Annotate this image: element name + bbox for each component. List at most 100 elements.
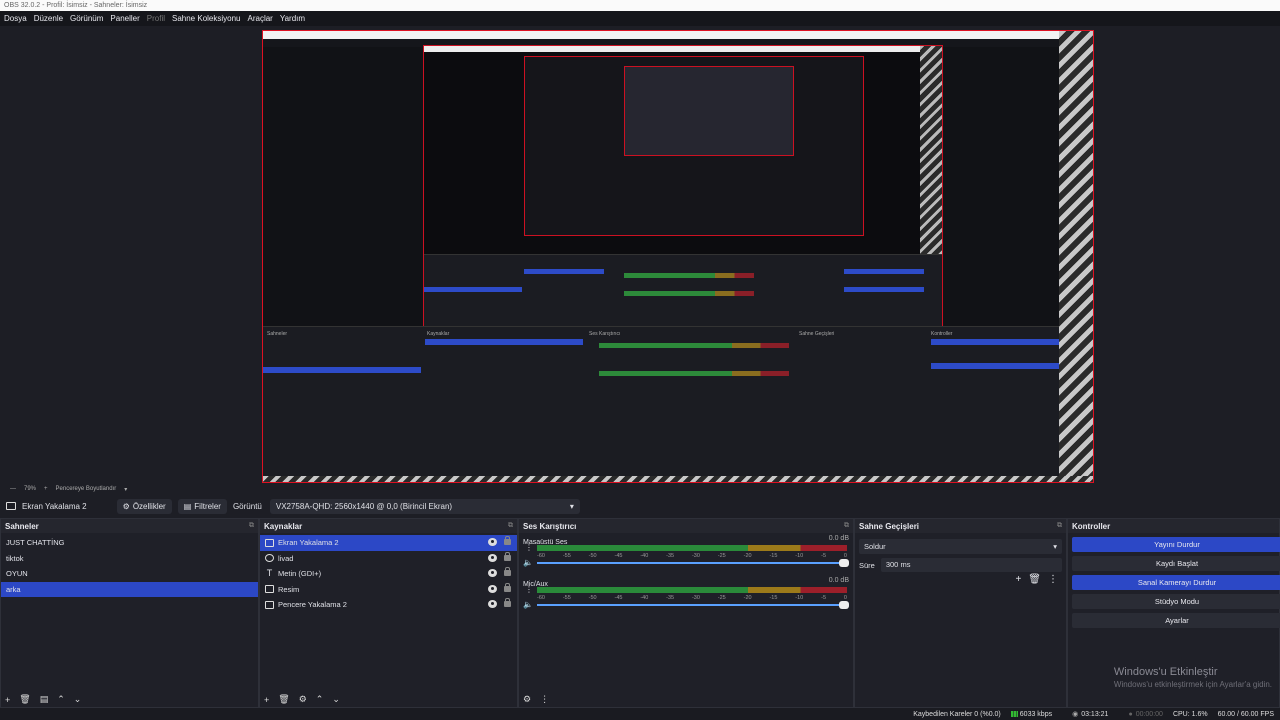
gear-icon[interactable]: ⚙ — [299, 694, 307, 705]
menu-help[interactable]: Yardım — [280, 14, 305, 23]
zoom-level: 79% — [24, 486, 37, 492]
sources-header: Kaynaklar ⧉ — [260, 519, 517, 533]
sources-title: Kaynaklar — [264, 521, 303, 531]
undock-icon[interactable]: ⧉ — [844, 522, 849, 530]
add-icon[interactable]: + — [264, 695, 269, 705]
display-select-value: VX2758A-QHD: 2560x1440 @ 0,0 (Birincil E… — [275, 501, 453, 511]
volume-slider[interactable] — [537, 601, 849, 609]
undock-icon[interactable]: ⧉ — [508, 522, 513, 530]
settings-icon[interactable]: ⚙ — [523, 694, 531, 705]
scene-item[interactable]: tiktok — [1, 551, 258, 567]
more-icon[interactable]: ⋮ — [525, 586, 533, 594]
lock-icon[interactable] — [504, 567, 511, 576]
controls-header: Kontroller — [1068, 519, 1279, 533]
source-label: livad — [278, 553, 294, 563]
lock-icon[interactable] — [504, 598, 511, 607]
scenes-footer: + 🗑 ▤ ⌃ ⌄ — [5, 694, 90, 705]
signal-icon — [1010, 710, 1018, 717]
duration-input[interactable]: 300 ms — [880, 558, 1062, 572]
eye-icon[interactable] — [488, 600, 497, 608]
dropped-frames: Kaybedilen Kareler 0 (%0.0) — [913, 710, 1001, 718]
arrow-up-icon[interactable]: ⌃ — [316, 694, 324, 705]
preview-area[interactable]: Sahneler Kaynaklar Ses Karıştırıcı Sahne… — [0, 26, 1280, 484]
undock-icon[interactable]: ⧉ — [1057, 522, 1062, 530]
meter-ticks: -60 -55 -50 -45 -40 -35 -30 -25 -20 -15 -10 -5 0 — [537, 595, 847, 601]
arrow-down-icon[interactable]: ⌄ — [74, 694, 82, 705]
display-label: Görüntü — [232, 501, 262, 511]
menu-scene-collection[interactable]: Sahne Koleksiyonu — [172, 14, 241, 23]
meter-ticks: -60 -55 -50 -45 -40 -35 -30 -25 -20 -15 -10 -5 0 — [537, 553, 847, 559]
filter-icon: ▤ — [183, 501, 192, 511]
lock-icon[interactable] — [504, 551, 511, 561]
source-item[interactable]: livad — [260, 551, 517, 567]
studio-mode-button[interactable]: Stüdyo Modu — [1072, 594, 1280, 609]
sources-footer: + 🗑 ⚙ ⌃ ⌄ — [264, 694, 349, 705]
eye-icon[interactable] — [488, 584, 497, 593]
source-item[interactable]: T Metin (GDI+) — [260, 566, 517, 582]
source-item[interactable]: Ekran Yakalama 2 — [260, 535, 517, 551]
menu-file[interactable]: Dosya — [4, 14, 27, 23]
chevron-down-icon[interactable]: ▾ — [124, 486, 127, 493]
undock-icon[interactable]: ⧉ — [249, 522, 254, 530]
start-recording-button[interactable]: Kaydı Başlat — [1072, 556, 1280, 571]
menu-tools[interactable]: Araçlar — [248, 14, 273, 23]
cpu-usage: CPU: 1.6% — [1172, 710, 1208, 718]
lock-icon[interactable] — [504, 536, 511, 545]
preview-zoom-bar: — 79% + Pencereye Boyutlandır ▾ — [0, 484, 1280, 494]
sources-dock: Kaynaklar ⧉ Ekran Yakalama 2 livad T Met… — [259, 518, 518, 708]
resize-to-window[interactable]: Pencereye Boyutlandır — [56, 486, 117, 492]
menu-view[interactable]: Görünüm — [70, 14, 103, 23]
trash-icon[interactable]: 🗑 — [278, 694, 289, 705]
volume-meter — [537, 587, 847, 593]
zoom-plus[interactable]: + — [44, 486, 48, 492]
scene-item-selected[interactable]: arka — [1, 581, 258, 597]
arrow-down-icon[interactable]: ⌄ — [332, 694, 340, 705]
source-item[interactable]: Pencere Yakalama 2 — [260, 597, 517, 613]
speaker-icon[interactable]: 🔈 — [523, 558, 533, 567]
properties-button[interactable]: ⚙ Özellikler — [116, 498, 172, 514]
mixer-footer: ⚙ ⋮ — [523, 694, 558, 705]
add-icon[interactable]: + — [5, 695, 10, 705]
eye-icon[interactable] — [488, 569, 497, 577]
activation-watermark: Windows'u Etkinleştir Windows'u etkinleş… — [1114, 666, 1272, 689]
more-icon[interactable]: ⋮ — [1048, 574, 1058, 585]
track-db: 0.0 dB — [828, 535, 849, 542]
filter-icon[interactable]: ▤ — [40, 694, 49, 705]
dock-area: Sahneler ⧉ JUST CHATTİNG tiktok OYUN ark… — [0, 518, 1280, 708]
source-toolbar-name: Ekran Yakalama 2 — [6, 502, 87, 511]
eye-icon[interactable] — [488, 538, 497, 546]
more-icon[interactable]: ⋮ — [525, 544, 533, 552]
captured-stripes — [1059, 31, 1093, 482]
lock-icon[interactable] — [504, 582, 511, 592]
transitions-header: Sahne Geçişleri ⧉ — [855, 519, 1066, 533]
source-name-label: Ekran Yakalama 2 — [22, 501, 87, 511]
menu-docks[interactable]: Paneller — [110, 14, 139, 23]
preview-canvas[interactable]: Sahneler Kaynaklar Ses Karıştırıcı Sahne… — [262, 30, 1094, 483]
arrow-up-icon[interactable]: ⌃ — [57, 694, 65, 705]
filters-button[interactable]: ▤ Filtreler — [177, 498, 227, 514]
broadcast-icon: ◉ — [1072, 711, 1079, 718]
menu-edit[interactable]: Düzenle — [34, 14, 63, 23]
trash-icon[interactable]: 🗑 — [1028, 574, 1041, 585]
scene-item[interactable]: OYUN — [1, 566, 258, 582]
captured-stripes-bottom — [263, 476, 1093, 482]
stop-stream-button[interactable]: Yayını Durdur — [1072, 537, 1280, 552]
slider-knob[interactable] — [839, 601, 849, 609]
zoom-minus[interactable]: — — [10, 486, 16, 492]
eye-icon[interactable] — [488, 553, 497, 562]
globe-icon — [265, 554, 274, 563]
mixer-track-desktop: Masaüstü Ses 0.0 dB ⋮ -60 -55 -50 -45 -40 -35… — [519, 533, 853, 575]
scene-item[interactable]: JUST CHATTİNG — [1, 535, 258, 551]
settings-button[interactable]: Ayarlar — [1072, 613, 1280, 628]
stop-virtual-camera-button[interactable]: Sanal Kamerayı Durdur — [1072, 575, 1280, 590]
display-select[interactable]: VX2758A-QHD: 2560x1440 @ 0,0 (Birincil E… — [269, 498, 580, 514]
speaker-icon[interactable]: 🔈 — [523, 600, 533, 609]
add-icon[interactable]: + — [1015, 574, 1021, 585]
menu-profile[interactable]: Profil — [147, 14, 165, 23]
more-icon[interactable]: ⋮ — [540, 694, 549, 705]
source-item[interactable]: Resim — [260, 582, 517, 598]
slider-knob[interactable] — [839, 559, 849, 567]
volume-slider[interactable] — [537, 559, 849, 567]
transition-select[interactable]: Soldur ▾ — [859, 539, 1062, 554]
trash-icon[interactable]: 🗑 — [19, 694, 30, 705]
